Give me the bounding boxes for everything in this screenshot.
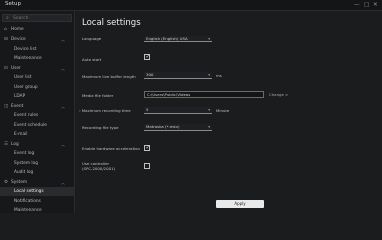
sidebar-item-system-log[interactable]: System log: [0, 159, 75, 168]
checkmark-icon: ✓: [145, 53, 151, 60]
media-folder-label: Media file folder: [82, 93, 114, 98]
recording-file-type-label: Recording file type: [82, 125, 119, 130]
log-icon: ☰: [4, 141, 9, 147]
minimize-icon[interactable]: —: [354, 1, 360, 9]
hw-acceleration-checkbox[interactable]: ✓: [144, 145, 150, 151]
sidebar-group-system[interactable]: ⚙ System ︿: [0, 178, 75, 187]
page-title: Local settings: [82, 18, 141, 28]
sidebar: ⌕ Search ⌂ Home ⊟ Device ︿ Device list M…: [0, 11, 75, 213]
sidebar-item-notifications[interactable]: Notifications: [0, 197, 75, 206]
sidebar-item-system-maintenance[interactable]: Maintenance: [0, 206, 75, 215]
sidebar-item-event-schedule[interactable]: Event schedule: [0, 121, 75, 130]
chevron-up-icon: ︿: [61, 141, 65, 147]
apply-button[interactable]: Apply: [216, 200, 264, 208]
sidebar-item-email[interactable]: E-mail: [0, 130, 75, 139]
sidebar-item-event-log[interactable]: Event log: [0, 149, 75, 158]
settings-panel: Local settings Language English (English…: [76, 11, 382, 213]
chevron-up-icon: ︿: [61, 103, 65, 109]
max-live-buffer-unit: ms: [216, 73, 222, 78]
maximize-icon[interactable]: □: [364, 1, 369, 9]
use-controller-checkbox[interactable]: [144, 163, 150, 169]
auto-start-label: Auto start: [82, 57, 102, 62]
chevron-up-icon: ︿: [61, 37, 65, 42]
chevron-down-icon: ▾: [208, 36, 210, 41]
gear-icon: ⚙: [4, 179, 9, 185]
chevron-down-icon: ▾: [208, 73, 210, 77]
sidebar-item-user-list[interactable]: User list: [0, 73, 75, 82]
device-icon: ⊟: [4, 37, 8, 42]
language-label: Language: [82, 36, 102, 41]
sidebar-item-ldap[interactable]: LDAP: [0, 92, 75, 101]
sidebar-item-device-list[interactable]: Device list: [0, 45, 75, 54]
max-live-buffer-label: Maximum live buffer length: [82, 74, 136, 79]
sidebar-item-event-rules[interactable]: Event rules: [0, 111, 75, 120]
user-icon: ⊡: [4, 65, 8, 71]
max-live-buffer-select[interactable]: 300 ▾: [144, 72, 212, 79]
max-recording-time-unit: Minute: [216, 108, 230, 113]
recording-file-type-select[interactable]: Matroska (*.mkv) ▾: [144, 124, 212, 131]
home-icon: ⌂: [4, 27, 7, 32]
sidebar-item-device-maintenance[interactable]: Maintenance: [0, 54, 75, 63]
max-recording-time-label: ‹ Maximum recording time: [79, 108, 131, 113]
media-folder-path-field[interactable]: C:\Users\Public\Videos: [144, 91, 264, 98]
sidebar-item-audit-log[interactable]: Audit log: [0, 168, 75, 177]
sidebar-group-device[interactable]: ⊟ Device ︿: [0, 35, 75, 44]
search-placeholder: Search: [13, 16, 29, 21]
sidebar-item-user-group[interactable]: User group: [0, 83, 75, 92]
search-input[interactable]: ⌕ Search: [2, 14, 72, 22]
event-icon: ◫: [4, 103, 9, 109]
sidebar-item-local-settings[interactable]: Local settings: [0, 187, 75, 197]
language-select[interactable]: English (English) USA ▾: [144, 35, 212, 42]
chevron-down-icon: ▾: [208, 108, 210, 112]
search-icon: ⌕: [6, 15, 9, 21]
chevron-down-icon: ▾: [208, 125, 210, 129]
checkmark-icon: ✓: [145, 144, 151, 151]
use-controller-sublabel: (SPC-2000/2001): [82, 166, 116, 171]
change-folder-link[interactable]: Change >: [269, 92, 288, 97]
sidebar-group-user[interactable]: ⊡ User ︿: [0, 64, 75, 73]
max-recording-time-select[interactable]: 5 ▾: [144, 107, 212, 114]
chevron-up-icon: ︿: [61, 179, 65, 185]
sidebar-group-log[interactable]: ☰ Log ︿: [0, 140, 75, 149]
title-bar: Setup — □ ✕: [0, 0, 382, 11]
window-title: Setup: [5, 1, 22, 7]
sidebar-item-home[interactable]: ⌂ Home: [0, 25, 75, 34]
close-icon[interactable]: ✕: [373, 1, 378, 9]
hw-acceleration-label: Enable hardware acceleration: [82, 146, 141, 151]
sidebar-group-event[interactable]: ◫ Event ︿: [0, 102, 75, 111]
chevron-up-icon: ︿: [61, 65, 65, 71]
auto-start-checkbox[interactable]: ✓: [144, 54, 150, 60]
